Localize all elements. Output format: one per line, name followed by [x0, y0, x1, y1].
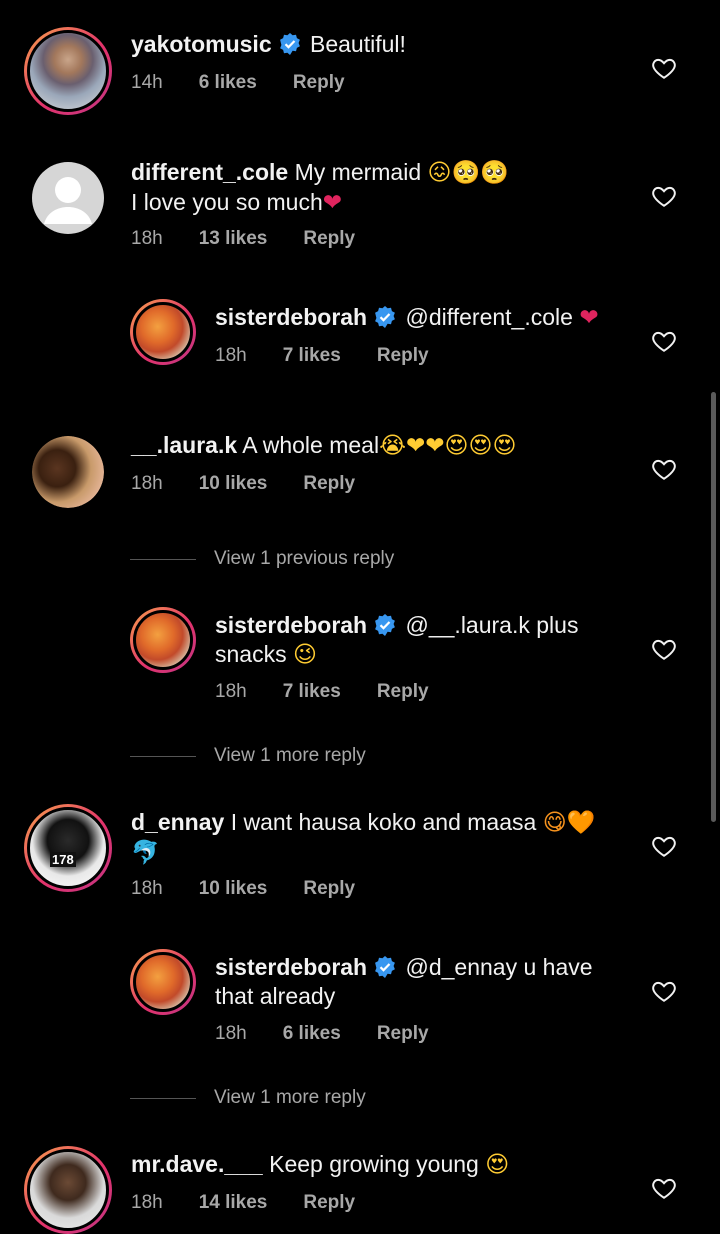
avatar-placeholder[interactable]	[32, 162, 104, 234]
view-more-reply-link[interactable]: View 1 more reply	[130, 745, 366, 767]
likes-count[interactable]: 7 likes	[283, 345, 341, 366]
comment-meta: 18h 7 likes Reply	[215, 681, 465, 703]
comment-meta: 18h 13 likes Reply	[131, 228, 391, 250]
comment-username[interactable]: sisterdeborah	[215, 954, 367, 980]
comment-text: @__.laura.k plus	[405, 612, 579, 638]
view-more-reply-link[interactable]: View 1 more reply	[130, 1087, 366, 1109]
avatar[interactable]	[32, 436, 104, 508]
avatar[interactable]	[130, 949, 196, 1015]
comment-meta: 18h 14 likes Reply	[131, 1192, 391, 1214]
heart-emoji: ❤	[322, 190, 343, 216]
comment-username[interactable]: mr.dave.___	[131, 1151, 263, 1177]
comment-text: I want hausa koko and maasa	[230, 809, 537, 835]
reply-button[interactable]: Reply	[303, 1192, 355, 1213]
comment-time: 18h	[215, 1023, 247, 1044]
like-heart-icon[interactable]	[651, 183, 677, 209]
comment-username[interactable]: different_.cole	[131, 159, 288, 185]
likes-count[interactable]: 6 likes	[283, 1023, 341, 1044]
comment-time: 18h	[131, 1192, 163, 1213]
comment-time: 18h	[215, 681, 247, 702]
comment-text: Keep growing young	[269, 1151, 479, 1177]
reply-button[interactable]: Reply	[377, 681, 429, 702]
like-heart-icon[interactable]	[651, 636, 677, 662]
comment-time: 14h	[131, 72, 163, 93]
like-heart-icon[interactable]	[651, 833, 677, 859]
avatar[interactable]	[24, 1146, 112, 1234]
comment-meta: 18h 7 likes Reply	[215, 345, 465, 367]
avatar[interactable]	[24, 27, 112, 115]
like-heart-icon[interactable]	[651, 1175, 677, 1201]
comment-username[interactable]: d_ennay	[131, 809, 224, 835]
reply-button[interactable]: Reply	[303, 473, 355, 494]
comment-meta: 18h 10 likes Reply	[131, 473, 391, 495]
likes-count[interactable]: 10 likes	[199, 878, 268, 899]
verified-badge-icon	[375, 956, 396, 978]
likes-count[interactable]: 14 likes	[199, 1192, 268, 1213]
verified-badge-icon	[375, 306, 396, 328]
emoji-group: 😭❤❤😍😍😍	[379, 433, 517, 459]
likes-count[interactable]: 10 likes	[199, 473, 268, 494]
comment-time: 18h	[131, 473, 163, 494]
comment-time: 18h	[131, 228, 163, 249]
dolphin-emoji: 🐬	[131, 840, 160, 866]
comment-username[interactable]: sisterdeborah	[215, 612, 367, 638]
comment-text-line2: snacks	[215, 641, 287, 667]
heart-emoji: ❤	[579, 305, 599, 331]
likes-count[interactable]: 6 likes	[199, 72, 257, 93]
scrollbar[interactable]	[711, 392, 716, 822]
comment-text-line2: I love you so much	[131, 189, 323, 215]
verified-badge-icon	[375, 614, 396, 636]
likes-count[interactable]: 7 likes	[283, 681, 341, 702]
comment-text: A whole meal	[242, 432, 380, 458]
reply-button[interactable]: Reply	[377, 345, 429, 366]
comment-text: @d_ennay u have	[405, 954, 593, 980]
verified-badge-icon	[279, 33, 300, 55]
comment-meta: 18h 10 likes Reply	[131, 878, 391, 900]
comment-meta: 18h 6 likes Reply	[215, 1023, 465, 1045]
comment-time: 18h	[131, 878, 163, 899]
reply-button[interactable]: Reply	[293, 72, 345, 93]
like-heart-icon[interactable]	[651, 55, 677, 81]
view-previous-reply-link[interactable]: View 1 previous reply	[129, 548, 394, 570]
wink-emoji: 😉	[292, 642, 317, 668]
comment-meta: 14h 6 likes Reply	[131, 72, 381, 94]
emoji-group: 😖🥺🥺	[427, 160, 509, 186]
like-heart-icon[interactable]	[651, 328, 677, 354]
like-heart-icon[interactable]	[651, 978, 677, 1004]
avatar-jersey-number: 178	[50, 852, 76, 867]
comment-text[interactable]: @different_.cole	[406, 304, 573, 330]
avatar[interactable]: 178	[24, 804, 112, 892]
reply-button[interactable]: Reply	[303, 228, 355, 249]
comment-username[interactable]: sisterdeborah	[215, 304, 367, 330]
reply-button[interactable]: Reply	[303, 878, 355, 899]
comment-username[interactable]: __.laura.k	[131, 432, 237, 458]
heart-eyes-emoji: 😍	[485, 1152, 510, 1178]
default-avatar-icon	[44, 177, 92, 224]
like-heart-icon[interactable]	[651, 456, 677, 482]
comment-text-line2: that already	[215, 983, 336, 1009]
likes-count[interactable]: 13 likes	[199, 228, 268, 249]
comment-text: Beautiful!	[310, 31, 406, 57]
avatar[interactable]	[130, 299, 196, 365]
reply-button[interactable]: Reply	[377, 1023, 429, 1044]
comment-text: My mermaid	[294, 159, 422, 185]
comment-time: 18h	[215, 345, 247, 366]
emoji-group: 😋🧡	[542, 810, 596, 836]
comment-username[interactable]: yakotomusic	[131, 31, 272, 57]
avatar[interactable]	[130, 607, 196, 673]
